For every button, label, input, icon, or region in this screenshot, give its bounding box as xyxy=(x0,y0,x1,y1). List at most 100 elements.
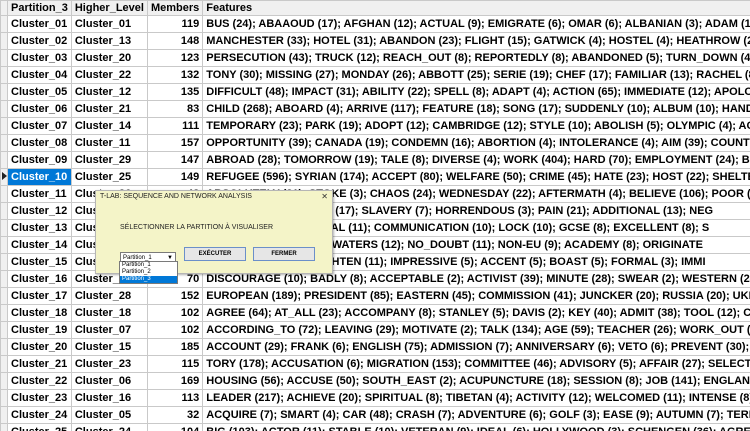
features-cell[interactable]: BUS (24); ABAAOUD (17); AFGHAN (12); ACT… xyxy=(202,15,750,33)
close-button[interactable]: FERMER xyxy=(253,247,315,261)
row-header[interactable] xyxy=(0,32,8,50)
partition-cell[interactable]: Cluster_09 xyxy=(7,151,72,169)
partition-cell[interactable]: Cluster_11 xyxy=(7,185,72,203)
higher-level-cell[interactable]: Cluster_16 xyxy=(70,389,148,407)
higher-level-cell[interactable]: Cluster_25 xyxy=(70,168,148,186)
members-cell[interactable]: 148 xyxy=(146,32,204,50)
close-icon[interactable]: ✕ xyxy=(321,192,328,201)
higher-level-cell[interactable]: Cluster_05 xyxy=(70,406,148,424)
row-header[interactable] xyxy=(0,304,8,322)
row-header[interactable] xyxy=(0,321,8,339)
members-cell[interactable]: 111 xyxy=(146,117,204,135)
higher-level-cell[interactable]: Cluster_21 xyxy=(70,100,148,118)
members-cell[interactable]: 152 xyxy=(146,287,204,305)
table-row[interactable]: Cluster_07 Cluster_14 111 TEMPORARY (23); P… xyxy=(0,117,750,135)
partition-cell[interactable]: Cluster_25 xyxy=(7,423,72,431)
features-cell[interactable]: LEADER (217); ACHIEVE (20); SPIRITUAL (8… xyxy=(202,389,750,407)
column-header-features[interactable]: Features xyxy=(202,0,750,16)
higher-level-cell[interactable]: Cluster_14 xyxy=(70,117,148,135)
higher-level-cell[interactable]: Cluster_18 xyxy=(70,304,148,322)
features-cell[interactable]: REFUGEE (596); SYRIAN (174); ACCEPT (80)… xyxy=(202,168,750,186)
members-cell[interactable]: 102 xyxy=(146,321,204,339)
table-row[interactable]: Cluster_22 Cluster_06 169 HOUSING (56); ACC… xyxy=(0,372,750,390)
higher-level-cell[interactable]: Cluster_15 xyxy=(70,338,148,356)
corner-cell[interactable] xyxy=(0,0,8,16)
row-header[interactable] xyxy=(0,406,8,424)
features-cell[interactable]: ACCOUNT (29); FRANK (6); ENGLISH (75); A… xyxy=(202,338,750,356)
partition-option[interactable]: Partition_3 xyxy=(120,276,177,283)
features-cell[interactable]: PERSECUTION (43); TRUCK (12); REACH_OUT … xyxy=(202,49,750,67)
partition-cell[interactable]: Cluster_20 xyxy=(7,338,72,356)
higher-level-cell[interactable]: Cluster_12 xyxy=(70,83,148,101)
table-row[interactable]: Cluster_04 Cluster_22 132 TONY (30); MISSIN… xyxy=(0,66,750,84)
row-header[interactable] xyxy=(0,49,8,67)
higher-level-cell[interactable]: Cluster_28 xyxy=(70,287,148,305)
table-row[interactable]: Cluster_10 Cluster_25 149 REFUGEE (596); SY… xyxy=(0,168,750,186)
partition-cell[interactable]: Cluster_12 xyxy=(7,202,72,220)
table-row[interactable]: Cluster_18 Cluster_18 102 AGREE (64); AT_AL… xyxy=(0,304,750,322)
table-row[interactable]: Cluster_01 Cluster_01 119 BUS (24); ABAAOUD… xyxy=(0,15,750,33)
row-header[interactable] xyxy=(0,287,8,305)
partition-option[interactable]: Partition_1 xyxy=(120,262,177,269)
row-header[interactable] xyxy=(0,100,8,118)
execute-button[interactable]: EXÉCUTER xyxy=(184,247,246,261)
row-header[interactable] xyxy=(0,202,8,220)
row-header[interactable] xyxy=(0,219,8,237)
row-header[interactable] xyxy=(0,423,8,431)
partition-cell[interactable]: Cluster_17 xyxy=(7,287,72,305)
row-header[interactable] xyxy=(0,253,8,271)
table-row[interactable]: Cluster_24 Cluster_05 32 ACQUIRE (7); SMART… xyxy=(0,406,750,424)
row-header[interactable] xyxy=(0,168,8,186)
partition-cell[interactable]: Cluster_05 xyxy=(7,83,72,101)
features-cell[interactable]: MANCHESTER (33); HOTEL (31); ABANDON (23… xyxy=(202,32,750,50)
members-cell[interactable]: 149 xyxy=(146,168,204,186)
features-cell[interactable]: EUROPEAN (189); PRESIDENT (85); EASTERN … xyxy=(202,287,750,305)
table-row[interactable]: Cluster_08 Cluster_11 157 OPPORTUNITY (39);… xyxy=(0,134,750,152)
partition-cell[interactable]: Cluster_23 xyxy=(7,389,72,407)
features-cell[interactable]: ACQUIRE (7); SMART (4); CAR (48); CRASH … xyxy=(202,406,750,424)
table-row[interactable]: Cluster_20 Cluster_15 185 ACCOUNT (29); FRA… xyxy=(0,338,750,356)
higher-level-cell[interactable]: Cluster_20 xyxy=(70,49,148,67)
features-cell[interactable]: OPPORTUNITY (39); CANADA (19); CONDEMN (… xyxy=(202,134,750,152)
features-cell[interactable]: ACCORDING_TO (72); LEAVING (29); MOTIVAT… xyxy=(202,321,750,339)
table-row[interactable]: Cluster_23 Cluster_16 113 LEADER (217); ACH… xyxy=(0,389,750,407)
members-cell[interactable]: 83 xyxy=(146,100,204,118)
features-cell[interactable]: BIG (103); ACTOR (11); STABLE (10); VETE… xyxy=(202,423,750,431)
partition-cell[interactable]: Cluster_24 xyxy=(7,406,72,424)
higher-level-cell[interactable]: Cluster_07 xyxy=(70,321,148,339)
members-cell[interactable]: 104 xyxy=(146,423,204,431)
features-cell[interactable]: TORY (178); ACCUSATION (6); MIGRATION (1… xyxy=(202,355,750,373)
row-header[interactable] xyxy=(0,117,8,135)
row-header[interactable] xyxy=(0,151,8,169)
higher-level-cell[interactable]: Cluster_06 xyxy=(70,372,148,390)
members-cell[interactable]: 132 xyxy=(146,66,204,84)
higher-level-cell[interactable]: Cluster_29 xyxy=(70,151,148,169)
features-cell[interactable]: CHILD (268); ABOARD (4); ARRIVE (117); F… xyxy=(202,100,750,118)
table-row[interactable]: Cluster_02 Cluster_13 148 MANCHESTER (33); … xyxy=(0,32,750,50)
table-row[interactable]: Cluster_19 Cluster_07 102 ACCORDING_TO (72)… xyxy=(0,321,750,339)
members-cell[interactable]: 115 xyxy=(146,355,204,373)
higher-level-cell[interactable]: Cluster_24 xyxy=(70,423,148,431)
partition-option[interactable]: Partition_2 xyxy=(120,269,177,276)
row-header[interactable] xyxy=(0,389,8,407)
row-header[interactable] xyxy=(0,134,8,152)
table-row[interactable]: Cluster_05 Cluster_12 135 DIFFICULT (48); I… xyxy=(0,83,750,101)
row-header[interactable] xyxy=(0,338,8,356)
table-row[interactable]: Cluster_06 Cluster_21 83 CHILD (268); ABOAR… xyxy=(0,100,750,118)
row-header[interactable] xyxy=(0,185,8,203)
row-header[interactable] xyxy=(0,15,8,33)
members-cell[interactable]: 102 xyxy=(146,304,204,322)
higher-level-cell[interactable]: Cluster_22 xyxy=(70,66,148,84)
features-cell[interactable]: AGREE (64); AT_ALL (23); ACCOMPANY (8); … xyxy=(202,304,750,322)
partition-cell[interactable]: Cluster_14 xyxy=(7,236,72,254)
higher-level-cell[interactable]: Cluster_13 xyxy=(70,32,148,50)
partition-cell[interactable]: Cluster_13 xyxy=(7,219,72,237)
higher-level-cell[interactable]: Cluster_11 xyxy=(70,134,148,152)
row-header[interactable] xyxy=(0,66,8,84)
members-cell[interactable]: 123 xyxy=(146,49,204,67)
column-header-higher-level[interactable]: Higher_Level xyxy=(70,0,148,16)
table-row[interactable]: Cluster_21 Cluster_23 115 TORY (178); ACCUS… xyxy=(0,355,750,373)
partition-cell[interactable]: Cluster_07 xyxy=(7,117,72,135)
features-cell[interactable]: TEMPORARY (23); PARK (19); ADOPT (12); C… xyxy=(202,117,750,135)
partition-cell[interactable]: Cluster_02 xyxy=(7,32,72,50)
